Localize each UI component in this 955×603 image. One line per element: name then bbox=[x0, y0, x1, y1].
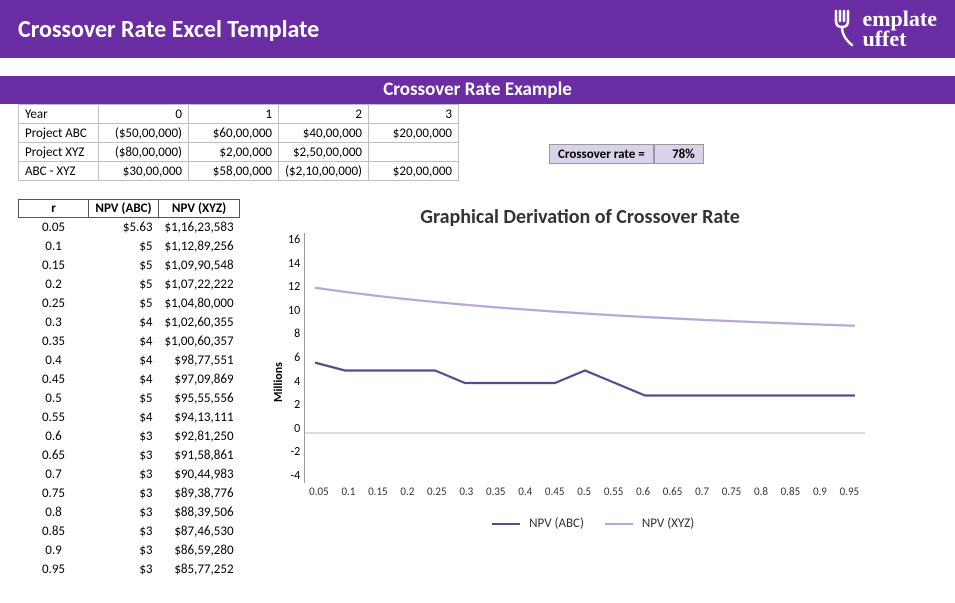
table-row: 0.2$5$1,07,22,222 bbox=[19, 275, 240, 294]
year-row: Year 0 1 2 3 bbox=[19, 105, 459, 124]
chart-plot-area bbox=[304, 233, 864, 483]
table-row: 0.95$3$85,77,252 bbox=[19, 560, 240, 579]
legend-label-abc: NPV (ABC) bbox=[529, 516, 584, 531]
project-abc-row: Project ABC ($50,00,000) $60,00,000 $40,… bbox=[19, 124, 459, 143]
crossover-rate-box: Crossover rate = 78% bbox=[549, 144, 704, 164]
table-row: 0.25$5$1,04,80,000 bbox=[19, 294, 240, 313]
legend-label-xyz: NPV (XYZ) bbox=[642, 516, 694, 531]
table-row: 0.5$5$95,55,556 bbox=[19, 389, 240, 408]
table-row: 0.1$5$1,12,89,256 bbox=[19, 237, 240, 256]
table-row: 0.55$4$94,13,111 bbox=[19, 408, 240, 427]
chart-yticks: 1614121086420-2-4 bbox=[288, 233, 304, 483]
fork-icon bbox=[830, 9, 860, 49]
table-row: 0.6$3$92,81,250 bbox=[19, 427, 240, 446]
chart-series-0 bbox=[315, 363, 855, 396]
col-npv-xyz: NPV (XYZ) bbox=[159, 200, 240, 218]
logo: emplate uffet bbox=[830, 9, 937, 49]
legend-swatch-xyz bbox=[605, 523, 633, 525]
crossover-chart: Graphical Derivation of Crossover Rate M… bbox=[270, 199, 890, 579]
col-r: r bbox=[19, 200, 89, 218]
year-label: Year bbox=[19, 105, 99, 124]
project-cashflow-table: Year 0 1 2 3 Project ABC ($50,00,000) $6… bbox=[18, 104, 459, 181]
crossover-rate-value: 78% bbox=[654, 144, 704, 164]
table-row: 0.3$4$1,02,60,355 bbox=[19, 313, 240, 332]
chart-legend: NPV (ABC) NPV (XYZ) bbox=[304, 516, 864, 531]
table-row: 0.15$5$1,09,90,548 bbox=[19, 256, 240, 275]
crossover-rate-label: Crossover rate = bbox=[549, 144, 654, 164]
table-row: 0.85$3$87,46,530 bbox=[19, 522, 240, 541]
table-row: 0.7$3$90,44,983 bbox=[19, 465, 240, 484]
legend-swatch-abc bbox=[492, 523, 520, 525]
col-npv-abc: NPV (ABC) bbox=[89, 200, 159, 218]
table-row: 0.4$4$98,77,551 bbox=[19, 351, 240, 370]
chart-series-1 bbox=[315, 288, 855, 326]
npv-table: r NPV (ABC) NPV (XYZ) 0.05$5.63$1,16,23,… bbox=[18, 199, 240, 579]
table-row: 0.35$4$1,00,60,357 bbox=[19, 332, 240, 351]
table-row: 0.05$5.63$1,16,23,583 bbox=[19, 218, 240, 237]
table-row: 0.65$3$91,58,861 bbox=[19, 446, 240, 465]
header-bar: Crossover Rate Excel Template emplate uf… bbox=[0, 0, 955, 58]
example-title: Crossover Rate Example bbox=[0, 76, 955, 104]
diff-row: ABC - XYZ $30,00,000 $58,00,000 ($2,10,0… bbox=[19, 162, 459, 181]
project-xyz-row: Project XYZ ($80,00,000) $2,00,000 $2,50… bbox=[19, 143, 459, 162]
page-title: Crossover Rate Excel Template bbox=[18, 15, 319, 44]
logo-text: emplate uffet bbox=[862, 9, 937, 49]
chart-ylabel: Millions bbox=[270, 233, 288, 531]
chart-title: Graphical Derivation of Crossover Rate bbox=[270, 205, 890, 229]
chart-xticks: 0.050.10.150.20.250.30.350.40.450.50.550… bbox=[304, 485, 864, 498]
table-row: 0.45$4$97,09,869 bbox=[19, 370, 240, 389]
table-row: 0.8$3$88,39,506 bbox=[19, 503, 240, 522]
table-row: 0.9$3$86,59,280 bbox=[19, 541, 240, 560]
table-row: 0.75$3$89,38,776 bbox=[19, 484, 240, 503]
